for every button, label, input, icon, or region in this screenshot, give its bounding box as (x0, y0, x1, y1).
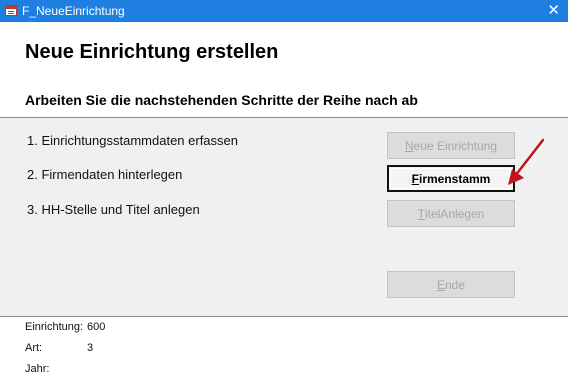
steps-panel: 1. Einrichtungsstammdaten erfassen 2. Fi… (0, 118, 568, 316)
titel-anlegen-button[interactable]: TitelAnlegen (387, 200, 515, 227)
ende-button[interactable]: Ende (387, 271, 515, 298)
footer-row-jahr: Jahr: (25, 363, 50, 375)
step-3-label: 3. HH-Stelle und Titel anlegen (27, 202, 200, 217)
page-subtitle: Arbeiten Sie die nachstehenden Schritte … (25, 92, 418, 108)
record-info-footer: Einrichtung: 600 Art: 3 Jahr: (0, 317, 568, 376)
footer-row-art: Art: 3 (25, 342, 94, 354)
step-2-label: 2. Firmendaten hinterlegen (27, 167, 183, 182)
step-1-label: 1. Einrichtungsstammdaten erfassen (27, 133, 238, 148)
red-arrow-annotation (508, 138, 545, 185)
footer-row-einrichtung: Einrichtung: 600 (25, 321, 106, 333)
firmenstamm-button[interactable]: Firmenstamm (387, 165, 515, 192)
neue-einrichtung-button[interactable]: Neue Einrichtung (387, 132, 515, 159)
window-title: F_NeueEinrichtung (22, 4, 125, 18)
page-title: Neue Einrichtung erstellen (25, 41, 279, 63)
form-header: Neue Einrichtung erstellen Arbeiten Sie … (0, 22, 568, 117)
title-bar[interactable]: F_NeueEinrichtung ✕ (0, 0, 568, 22)
close-icon[interactable]: ✕ (547, 2, 560, 20)
form-icon (5, 5, 17, 16)
